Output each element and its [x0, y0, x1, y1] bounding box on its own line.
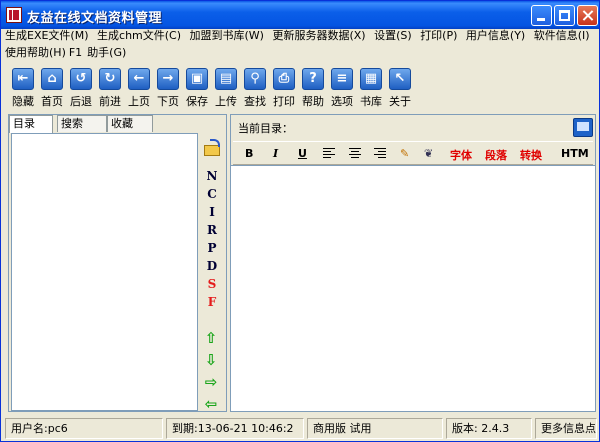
menu-bar: 生成EXE文件(M) 生成chm文件(C) 加盟到书库(W) 更新服务器数据(X…: [5, 27, 597, 63]
color-icon[interactable]: ❦: [424, 147, 433, 160]
undo-icon: ↺: [70, 68, 92, 90]
hide-icon: ⇤: [12, 68, 34, 90]
left-panel: 目录 搜索 收藏 N C I R P D S F ⇧ ⇩ ⇨ ⇦: [8, 114, 227, 412]
minimize-button[interactable]: [531, 5, 552, 26]
directory-tree[interactable]: [11, 133, 198, 411]
arrow-right-icon: →: [157, 68, 179, 90]
menu-row-2: 使用帮助(H) F1 助手(G): [5, 44, 597, 61]
toolbar-label: 关于: [389, 95, 411, 108]
menu-generate-chm[interactable]: 生成chm文件(C): [97, 27, 181, 44]
bold-button[interactable]: B: [245, 147, 253, 160]
minimize-icon: [537, 18, 545, 21]
maximize-button[interactable]: [554, 5, 575, 26]
tab-contents[interactable]: 目录: [9, 115, 53, 133]
toolbar-button-arrow-left[interactable]: ← 上页: [125, 67, 153, 111]
menu-settings[interactable]: 设置(S): [374, 27, 412, 44]
side-tool-n[interactable]: N: [205, 169, 219, 183]
toolbar-button-help[interactable]: ? 帮助: [299, 67, 327, 111]
close-button[interactable]: [577, 5, 598, 26]
maximize-icon: [559, 10, 570, 21]
convert-button[interactable]: 转换: [520, 147, 542, 163]
paragraph-button[interactable]: 段落: [485, 147, 507, 163]
toolbar-button-options[interactable]: ≡ 选项: [328, 67, 356, 111]
upload-icon: ▤: [215, 68, 237, 90]
title-bar[interactable]: 友益在线文档资料管理: [1, 1, 599, 29]
menu-help[interactable]: 使用帮助(H): [5, 44, 66, 61]
toolbar-button-upload[interactable]: ▤ 上传: [212, 67, 240, 111]
options-icon: ≡: [331, 68, 353, 90]
html-button[interactable]: HTM: [561, 147, 589, 160]
menu-generate-exe[interactable]: 生成EXE文件(M): [5, 27, 89, 44]
toolbar-button-hide[interactable]: ⇤ 隐藏: [9, 67, 37, 111]
search-icon: ⚲: [244, 68, 266, 90]
menu-assistant[interactable]: 助手(G): [87, 44, 126, 61]
status-user: 用户名:pc6: [5, 418, 163, 439]
side-toolbar: N C I R P D S F ⇧ ⇩ ⇨ ⇦: [199, 133, 225, 412]
underline-button[interactable]: U: [298, 147, 307, 160]
side-tool-r[interactable]: R: [205, 223, 219, 237]
toolbar-button-undo[interactable]: ↺ 后退: [67, 67, 95, 111]
side-tool-s[interactable]: S: [205, 277, 219, 291]
print-icon: ⎙: [273, 68, 295, 90]
window-title: 友益在线文档资料管理: [27, 11, 163, 26]
menu-print[interactable]: 打印(P): [420, 27, 457, 44]
side-tool-i[interactable]: I: [205, 205, 219, 219]
side-tool-d[interactable]: D: [205, 259, 219, 273]
open-folder-icon[interactable]: [202, 139, 222, 157]
library-icon: ▦: [360, 68, 382, 90]
status-version: 版本: 2.4.3: [446, 418, 532, 439]
font-button[interactable]: 字体: [450, 147, 472, 163]
status-expiry: 到期:13-06-21 10:46:2: [166, 418, 304, 439]
arrow-left-icon: ←: [128, 68, 150, 90]
toolbar-button-library[interactable]: ▦ 书库: [357, 67, 385, 111]
menu-user-info[interactable]: 用户信息(Y): [466, 27, 525, 44]
align-center-icon[interactable]: [349, 148, 361, 159]
side-tool-c[interactable]: C: [205, 187, 219, 201]
align-right-icon[interactable]: [374, 148, 386, 159]
content-editor[interactable]: [231, 165, 595, 411]
toolbar-button-save[interactable]: ▣ 保存: [183, 67, 211, 111]
toolbar-button-search[interactable]: ⚲ 查找: [241, 67, 269, 111]
toolbar-button-print[interactable]: ⎙ 打印: [270, 67, 298, 111]
italic-button[interactable]: I: [273, 147, 278, 160]
home-icon: ⌂: [41, 68, 63, 90]
arrow-left-icon[interactable]: ⇦: [203, 397, 219, 412]
side-tool-f[interactable]: F: [205, 295, 219, 309]
app-window: 友益在线文档资料管理 生成EXE文件(M) 生成chm文件(C) 加盟到书库(W…: [0, 0, 600, 442]
about-icon: ↖: [389, 68, 411, 90]
tab-favorites[interactable]: 收藏: [107, 115, 153, 132]
current-directory-label: 当前目录：: [238, 122, 293, 135]
menu-software-info[interactable]: 软件信息(I): [534, 27, 590, 44]
arrow-down-icon[interactable]: ⇩: [203, 353, 219, 368]
toolbar: ⇤ 隐藏 ⌂ 首页 ↺ 后退 ↻ 前进 ← 上页 → 下页 ▣ 保存 ▤ 上传 ⚲ 查找 ⎙ 打印? 帮助 ≡ 选项 ▦ 书库 ↖…: [5, 67, 600, 111]
toolbar-button-about[interactable]: ↖ 关于: [386, 67, 414, 111]
help-icon: ?: [302, 68, 324, 90]
status-bar: 用户名:pc6 到期:13-06-21 10:46:2 商用版 试用 版本: 2…: [1, 417, 599, 441]
save-icon: ▣: [186, 68, 208, 90]
status-edition: 商用版 试用: [307, 418, 443, 439]
left-tabs: 目录 搜索 收藏: [9, 115, 226, 133]
right-panel: 当前目录： B I U ✎ ❦ 字体 段落 转换 HTM: [230, 114, 596, 412]
format-toolbar: B I U ✎ ❦ 字体 段落 转换 HTM: [233, 141, 593, 165]
toolbar-button-home[interactable]: ⌂ 首页: [38, 67, 66, 111]
tab-search[interactable]: 搜索: [57, 115, 107, 132]
status-more-info[interactable]: 更多信息点: [535, 418, 597, 439]
side-tool-p[interactable]: P: [205, 241, 219, 255]
brush-icon[interactable]: ✎: [400, 147, 409, 160]
menu-join-library[interactable]: 加盟到书库(W): [190, 27, 264, 44]
arrow-up-icon[interactable]: ⇧: [203, 331, 219, 346]
menu-f1[interactable]: F1: [69, 44, 82, 61]
toolbar-button-redo[interactable]: ↻ 前进: [96, 67, 124, 111]
app-logo-icon[interactable]: [6, 7, 22, 23]
align-left-icon[interactable]: [323, 148, 335, 159]
menu-row-1: 生成EXE文件(M) 生成chm文件(C) 加盟到书库(W) 更新服务器数据(X…: [5, 27, 597, 44]
monitor-icon[interactable]: [573, 118, 593, 137]
arrow-right-icon[interactable]: ⇨: [203, 375, 219, 390]
toolbar-button-arrow-right[interactable]: → 下页: [154, 67, 182, 111]
menu-update-server[interactable]: 更新服务器数据(X): [272, 27, 365, 44]
redo-icon: ↻: [99, 68, 121, 90]
